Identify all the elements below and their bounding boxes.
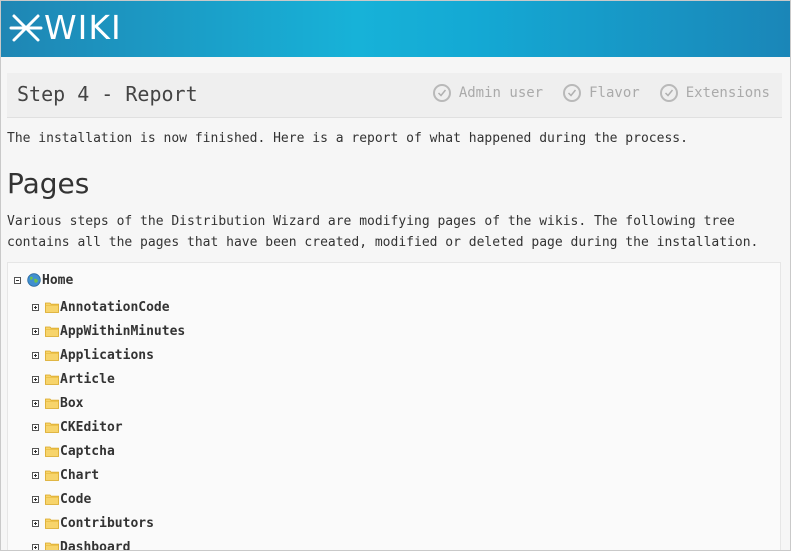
header-bar: WIKI [1,1,790,57]
xwiki-logo[interactable]: WIKI [9,10,122,46]
tree-node[interactable]: AnnotationCode [32,295,185,319]
tree-node[interactable]: Code [32,487,185,511]
check-icon [659,84,678,102]
expand-toggle-icon[interactable] [32,303,39,311]
expand-toggle-icon[interactable] [32,351,39,359]
expand-toggle-icon[interactable] [32,327,39,335]
tree-node[interactable]: Dashboard [32,535,185,551]
step-extensions[interactable]: Extensions [659,84,770,102]
expand-toggle-icon[interactable] [32,399,39,407]
tree-node-label: Article [60,371,115,387]
globe-icon [27,273,41,287]
tree-node-label: Home [42,272,74,288]
tree-node-label: Applications [60,347,154,363]
tree-node[interactable]: Captcha [32,439,185,463]
tree-node-label: Box [60,395,84,411]
tree-node[interactable]: AppWithinMinutes [32,319,185,343]
step-flavor[interactable]: Flavor [563,84,640,102]
expand-toggle-icon[interactable] [32,471,39,479]
tree-node[interactable]: CKEditor [32,415,185,439]
tree-children: AnnotationCode AppWithinMinutes Applicatio… [32,295,185,551]
step-title: Step 4 - Report [17,82,198,106]
tree-node-label: AppWithinMinutes [60,323,186,339]
tree-node[interactable]: Applications [32,343,185,367]
tree-node-label: Dashboard [60,539,131,551]
step-label: Flavor [589,85,640,101]
folder-icon [45,326,59,337]
folder-icon [45,518,59,529]
tree-node-label: Chart [60,467,100,483]
wizard-step-bar: Step 4 - Report Admin user Flavor Extens… [7,73,782,118]
tree-node[interactable]: Box [32,391,185,415]
expand-toggle-icon[interactable] [32,375,39,383]
tree-node[interactable]: Article [32,367,185,391]
expand-toggle-icon[interactable] [32,543,39,550]
expand-toggle-icon[interactable] [32,423,39,431]
tree-node[interactable]: Contributors [32,511,185,535]
tree-node-label: Contributors [60,515,154,531]
folder-icon [45,302,59,313]
step-label: Admin user [458,85,544,101]
expand-toggle-icon[interactable] [32,447,39,455]
tree-node-label: AnnotationCode [60,299,170,315]
step-admin-user[interactable]: Admin user [432,84,544,102]
logo-text: WIKI [44,8,122,47]
page-frame: WIKI Step 4 - Report Admin user Flavor E… [0,0,791,551]
section-description: Various steps of the Distribution Wizard… [7,214,759,250]
tree-node[interactable]: Chart [32,463,185,487]
folder-icon [45,350,59,361]
step-label: Extensions [685,85,770,101]
folder-icon [45,446,59,457]
collapse-toggle-icon[interactable] [14,276,21,284]
pages-tree: Home AnnotationCode AppWithinMinutes Appli… [7,262,781,551]
wizard-steps: Admin user Flavor Extensions [413,84,770,102]
folder-icon [45,398,59,409]
expand-toggle-icon[interactable] [32,495,39,503]
expand-toggle-icon[interactable] [32,519,39,527]
folder-icon [45,374,59,385]
section-title: Pages [7,167,90,200]
folder-icon [45,542,59,550]
folder-icon [45,494,59,505]
tree-node-label: Captcha [60,443,115,459]
check-icon [432,84,451,102]
intro-text: The installation is now finished. Here i… [7,131,688,146]
folder-icon [45,422,59,433]
xwiki-star-icon [9,14,43,42]
tree-root-node[interactable]: Home [14,271,73,289]
folder-icon [45,470,59,481]
check-icon [563,84,582,102]
tree-node-label: Code [60,491,92,507]
tree-node-label: CKEditor [60,419,123,435]
